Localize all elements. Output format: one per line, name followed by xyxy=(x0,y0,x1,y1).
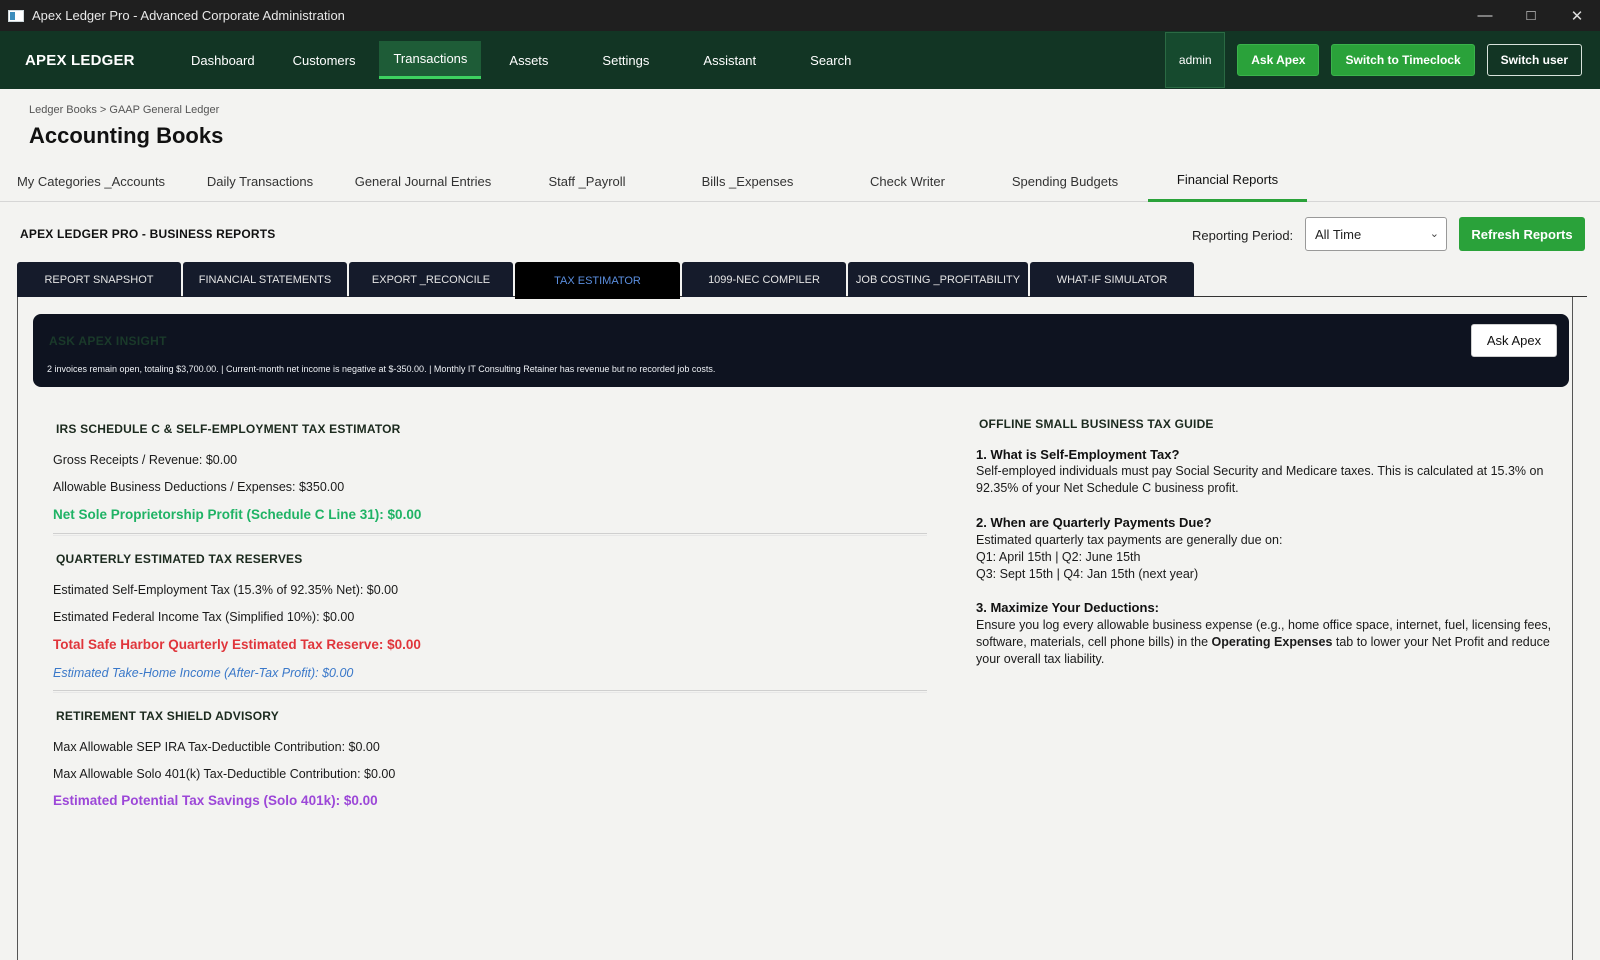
rtab-job-costing[interactable]: JOB COSTING _PROFITABILITY xyxy=(848,262,1028,297)
guide-answer-1: Self-employed individuals must pay Socia… xyxy=(976,464,1544,495)
net-profit: Net Sole Proprietorship Profit (Schedule… xyxy=(53,507,422,522)
reporting-period-select[interactable]: All Time ⌄ xyxy=(1305,217,1447,251)
guide-answer-3: Ensure you log every allowable business … xyxy=(976,617,1561,668)
tab-general-journal[interactable]: General Journal Entries xyxy=(343,160,503,202)
solo-401k-contribution: Max Allowable Solo 401(k) Tax-Deductible… xyxy=(53,767,396,781)
tax-guide-title: OFFLINE SMALL BUSINESS TAX GUIDE xyxy=(979,417,1214,431)
quarterly-heading: QUARTERLY ESTIMATED TAX RESERVES xyxy=(56,552,303,566)
guide-answer-2-line-1: Estimated quarterly tax payments are gen… xyxy=(976,533,1283,547)
tab-staff-payroll[interactable]: Staff _Payroll xyxy=(522,160,652,202)
rtab-report-snapshot[interactable]: REPORT SNAPSHOT xyxy=(17,262,181,297)
nav-transactions[interactable]: Transactions xyxy=(379,41,482,79)
brand-logo: APEX LEDGER xyxy=(25,51,135,69)
tab-check-writer[interactable]: Check Writer xyxy=(840,160,975,202)
reporting-period-label: Reporting Period: xyxy=(1192,228,1294,243)
reports-heading: APEX LEDGER PRO - BUSINESS REPORTS xyxy=(20,227,276,241)
ask-apex-insight: ASK APEX INSIGHT 2 invoices remain open,… xyxy=(33,314,1569,387)
app-icon xyxy=(8,9,24,22)
page-title: Accounting Books xyxy=(29,123,224,148)
rtab-what-if-simulator[interactable]: WHAT-IF SIMULATOR xyxy=(1030,262,1194,297)
rtab-tax-estimator[interactable]: TAX ESTIMATOR xyxy=(515,262,680,299)
ask-apex-button[interactable]: Ask Apex xyxy=(1237,44,1320,76)
switch-user-button[interactable]: Switch user xyxy=(1486,44,1582,76)
sep-ira-contribution: Max Allowable SEP IRA Tax-Deductible Con… xyxy=(53,740,380,754)
guide-answer-2-line-3: Q3: Sept 15th | Q4: Jan 15th (next year) xyxy=(976,567,1199,581)
user-indicator[interactable]: admin xyxy=(1165,32,1226,88)
schedule-c-heading: IRS SCHEDULE C & SELF-EMPLOYMENT TAX EST… xyxy=(56,422,401,436)
refresh-reports-button[interactable]: Refresh Reports xyxy=(1459,217,1585,251)
window-titlebar: Apex Ledger Pro - Advanced Corporate Adm… xyxy=(0,0,1600,31)
minimize-icon[interactable]: — xyxy=(1462,0,1508,31)
top-navigation: APEX LEDGER Dashboard Customers Transact… xyxy=(0,31,1600,89)
tab-daily-transactions[interactable]: Daily Transactions xyxy=(188,160,332,202)
rtab-financial-statements[interactable]: FINANCIAL STATEMENTS xyxy=(183,262,347,297)
tab-bills-expenses[interactable]: Bills _Expenses xyxy=(680,160,815,202)
nav-assets[interactable]: Assets xyxy=(495,41,562,79)
section-tabs: My Categories _Accounts Daily Transactio… xyxy=(0,160,1600,202)
nav-settings[interactable]: Settings xyxy=(588,41,663,79)
breadcrumb: Ledger Books > GAAP General Ledger xyxy=(29,104,220,116)
nav-search[interactable]: Search xyxy=(796,41,865,79)
insight-text: 2 invoices remain open, totaling $3,700.… xyxy=(47,364,716,374)
tab-categories-accounts[interactable]: My Categories _Accounts xyxy=(10,160,172,202)
guide-question-1: 1. What is Self-Employment Tax? xyxy=(976,447,1180,462)
switch-timeclock-button[interactable]: Switch to Timeclock xyxy=(1331,44,1475,76)
guide-answer-2-line-2: Q1: April 15th | Q2: June 15th xyxy=(976,550,1141,564)
se-tax: Estimated Self-Employment Tax (15.3% of … xyxy=(53,583,399,597)
window-title: Apex Ledger Pro - Advanced Corporate Adm… xyxy=(32,8,345,23)
reporting-period-value: All Time xyxy=(1315,226,1362,242)
maximize-icon[interactable]: □ xyxy=(1508,0,1554,31)
nav-dashboard[interactable]: Dashboard xyxy=(177,41,269,79)
rtab-export-reconcile[interactable]: EXPORT _RECONCILE xyxy=(349,262,513,297)
chevron-down-icon: ⌄ xyxy=(1429,228,1439,240)
guide-answer-3-bold: Operating Expenses xyxy=(1211,635,1333,649)
total-tax-reserve: Total Safe Harbor Quarterly Estimated Ta… xyxy=(53,637,421,652)
nav-assistant[interactable]: Assistant xyxy=(689,41,770,79)
tax-savings: Estimated Potential Tax Savings (Solo 40… xyxy=(53,793,378,808)
insight-ask-apex-button[interactable]: Ask Apex xyxy=(1471,324,1557,357)
guide-question-2: 2. When are Quarterly Payments Due? xyxy=(976,515,1212,530)
business-deductions: Allowable Business Deductions / Expenses… xyxy=(53,480,345,494)
divider xyxy=(53,533,927,536)
federal-income-tax: Estimated Federal Income Tax (Simplified… xyxy=(53,610,355,624)
nav-customers[interactable]: Customers xyxy=(279,41,370,79)
guide-question-3: 3. Maximize Your Deductions: xyxy=(976,600,1160,615)
retirement-heading: RETIREMENT TAX SHIELD ADVISORY xyxy=(56,709,279,723)
report-tabs: REPORT SNAPSHOT FINANCIAL STATEMENTS EXP… xyxy=(17,262,1587,299)
tab-financial-reports[interactable]: Financial Reports xyxy=(1148,160,1307,202)
take-home-income: Estimated Take-Home Income (After-Tax Pr… xyxy=(53,666,354,680)
divider xyxy=(53,690,927,693)
insight-title: ASK APEX INSIGHT xyxy=(49,334,167,348)
rtab-1099-nec-compiler[interactable]: 1099-NEC COMPILER xyxy=(682,262,846,297)
gross-receipts: Gross Receipts / Revenue: $0.00 xyxy=(53,453,238,467)
tab-spending-budgets[interactable]: Spending Budgets xyxy=(995,160,1135,202)
close-icon[interactable]: ✕ xyxy=(1554,0,1600,31)
